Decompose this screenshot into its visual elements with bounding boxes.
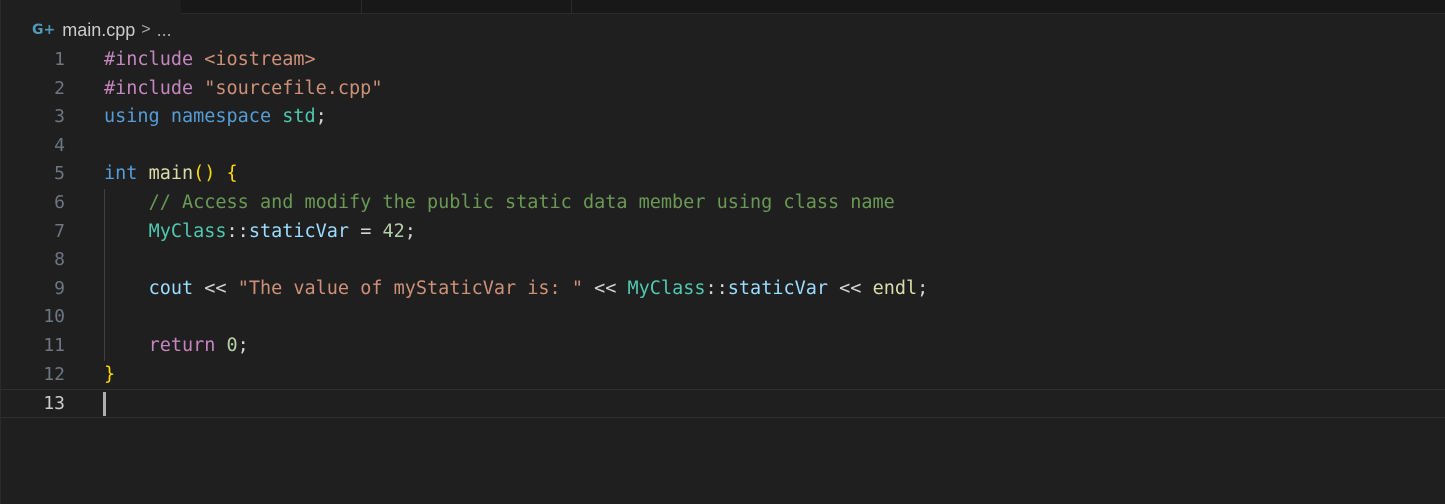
code-token: ;	[237, 334, 249, 356]
code-token: #include	[104, 77, 194, 99]
line-number: 8	[54, 249, 65, 271]
code-token: ;	[917, 277, 929, 299]
tab[interactable]	[181, 0, 362, 13]
indent-guide	[104, 246, 105, 275]
tab[interactable]	[362, 0, 572, 13]
code-text: MyClass::staticVar = 42;	[104, 218, 416, 247]
line-number: 9	[54, 277, 65, 299]
code-line[interactable]: 9 cout << "The value of myStaticVar is: …	[1, 274, 1445, 304]
code-token: 0	[226, 334, 238, 356]
code-token: ;	[315, 106, 327, 128]
tab-active[interactable]	[1, 0, 181, 14]
code-token: int	[104, 163, 138, 185]
tab-strip	[1, 0, 1445, 14]
code-line[interactable]: 13	[1, 389, 1445, 418]
code-text: using namespace std;	[104, 103, 327, 132]
code-token: using	[104, 106, 160, 128]
code-line[interactable]: 10	[1, 303, 1445, 332]
code-text: return 0;	[104, 332, 249, 361]
code-token: main	[148, 163, 194, 185]
code-token: =	[349, 220, 383, 242]
code-token: // Access and modify the public static d…	[148, 191, 895, 213]
code-text: #include "sourcefile.cpp"	[104, 75, 382, 104]
code-line[interactable]: 3 using namespace std;	[1, 103, 1445, 132]
code-token: "The value of myStaticVar is: "	[237, 277, 583, 299]
indent-guide	[104, 303, 105, 332]
line-number: 13	[43, 393, 65, 415]
code-token: MyClass	[148, 220, 227, 242]
code-text: }	[104, 361, 115, 390]
code-line[interactable]: 4	[1, 132, 1445, 161]
code-token: staticVar	[727, 277, 829, 299]
line-number: 12	[43, 363, 65, 385]
line-number: 11	[43, 334, 65, 356]
code-line[interactable]: 8	[1, 246, 1445, 275]
text-cursor	[103, 392, 106, 417]
code-token: staticVar	[248, 220, 350, 242]
code-token: MyClass	[627, 277, 706, 299]
code-token: ::	[705, 277, 728, 299]
line-number: 10	[43, 306, 65, 328]
code-line[interactable]: 7 MyClass::staticVar = 42;	[1, 217, 1445, 247]
code-token: ::	[226, 220, 249, 242]
code-line[interactable]: 11 return 0;	[1, 331, 1445, 361]
line-number: 5	[54, 163, 65, 185]
code-text: cout << "The value of myStaticVar is: " …	[104, 275, 929, 304]
code-text: #include <iostream>	[104, 46, 316, 75]
editor-window: G+ main.cpp > ... 1 #include <iostream> 2 #…	[0, 0, 1445, 504]
code-text: int main() {	[104, 160, 238, 189]
code-line[interactable]: 12}	[1, 361, 1445, 390]
code-line[interactable]: 6 // Access and modify the public static…	[1, 188, 1445, 218]
code-token: <<	[582, 277, 628, 299]
breadcrumb: G+ main.cpp > ...	[32, 18, 172, 42]
code-token: #include	[104, 49, 194, 70]
code-token: ()	[193, 163, 216, 185]
line-number: 6	[54, 191, 65, 213]
code-token: ;	[404, 220, 416, 242]
code-token: cout	[148, 277, 194, 299]
code-editor[interactable]: 1 #include <iostream> 2 #include "sourcefil…	[1, 46, 1445, 418]
line-number: 4	[54, 134, 65, 156]
line-number: 3	[54, 106, 65, 128]
line-number: 2	[54, 77, 65, 99]
code-line[interactable]: 1 #include <iostream>	[1, 46, 1445, 75]
code-token: endl	[872, 277, 918, 299]
code-line[interactable]: 2 #include "sourcefile.cpp"	[1, 75, 1445, 104]
code-token: "sourcefile.cpp"	[204, 77, 383, 99]
code-text: // Access and modify the public static d…	[104, 189, 895, 218]
code-token: return	[148, 334, 216, 356]
code-line[interactable]: 5 int main() {	[1, 160, 1445, 189]
code-token: 42	[382, 220, 405, 242]
code-token: <<	[193, 277, 238, 299]
line-number: 7	[54, 220, 65, 242]
breadcrumb-file[interactable]: main.cpp	[62, 20, 135, 41]
code-token: <iostream>	[204, 49, 316, 70]
line-number: 1	[54, 49, 65, 70]
breadcrumb-symbols[interactable]: ...	[157, 20, 172, 41]
code-token: std	[282, 106, 316, 128]
code-token: }	[104, 363, 116, 385]
cpp-file-icon: G+	[32, 22, 56, 38]
code-token: {	[226, 163, 238, 185]
chevron-right-icon: >	[141, 21, 151, 38]
code-token: <<	[828, 277, 873, 299]
code-token: namespace	[170, 106, 272, 128]
